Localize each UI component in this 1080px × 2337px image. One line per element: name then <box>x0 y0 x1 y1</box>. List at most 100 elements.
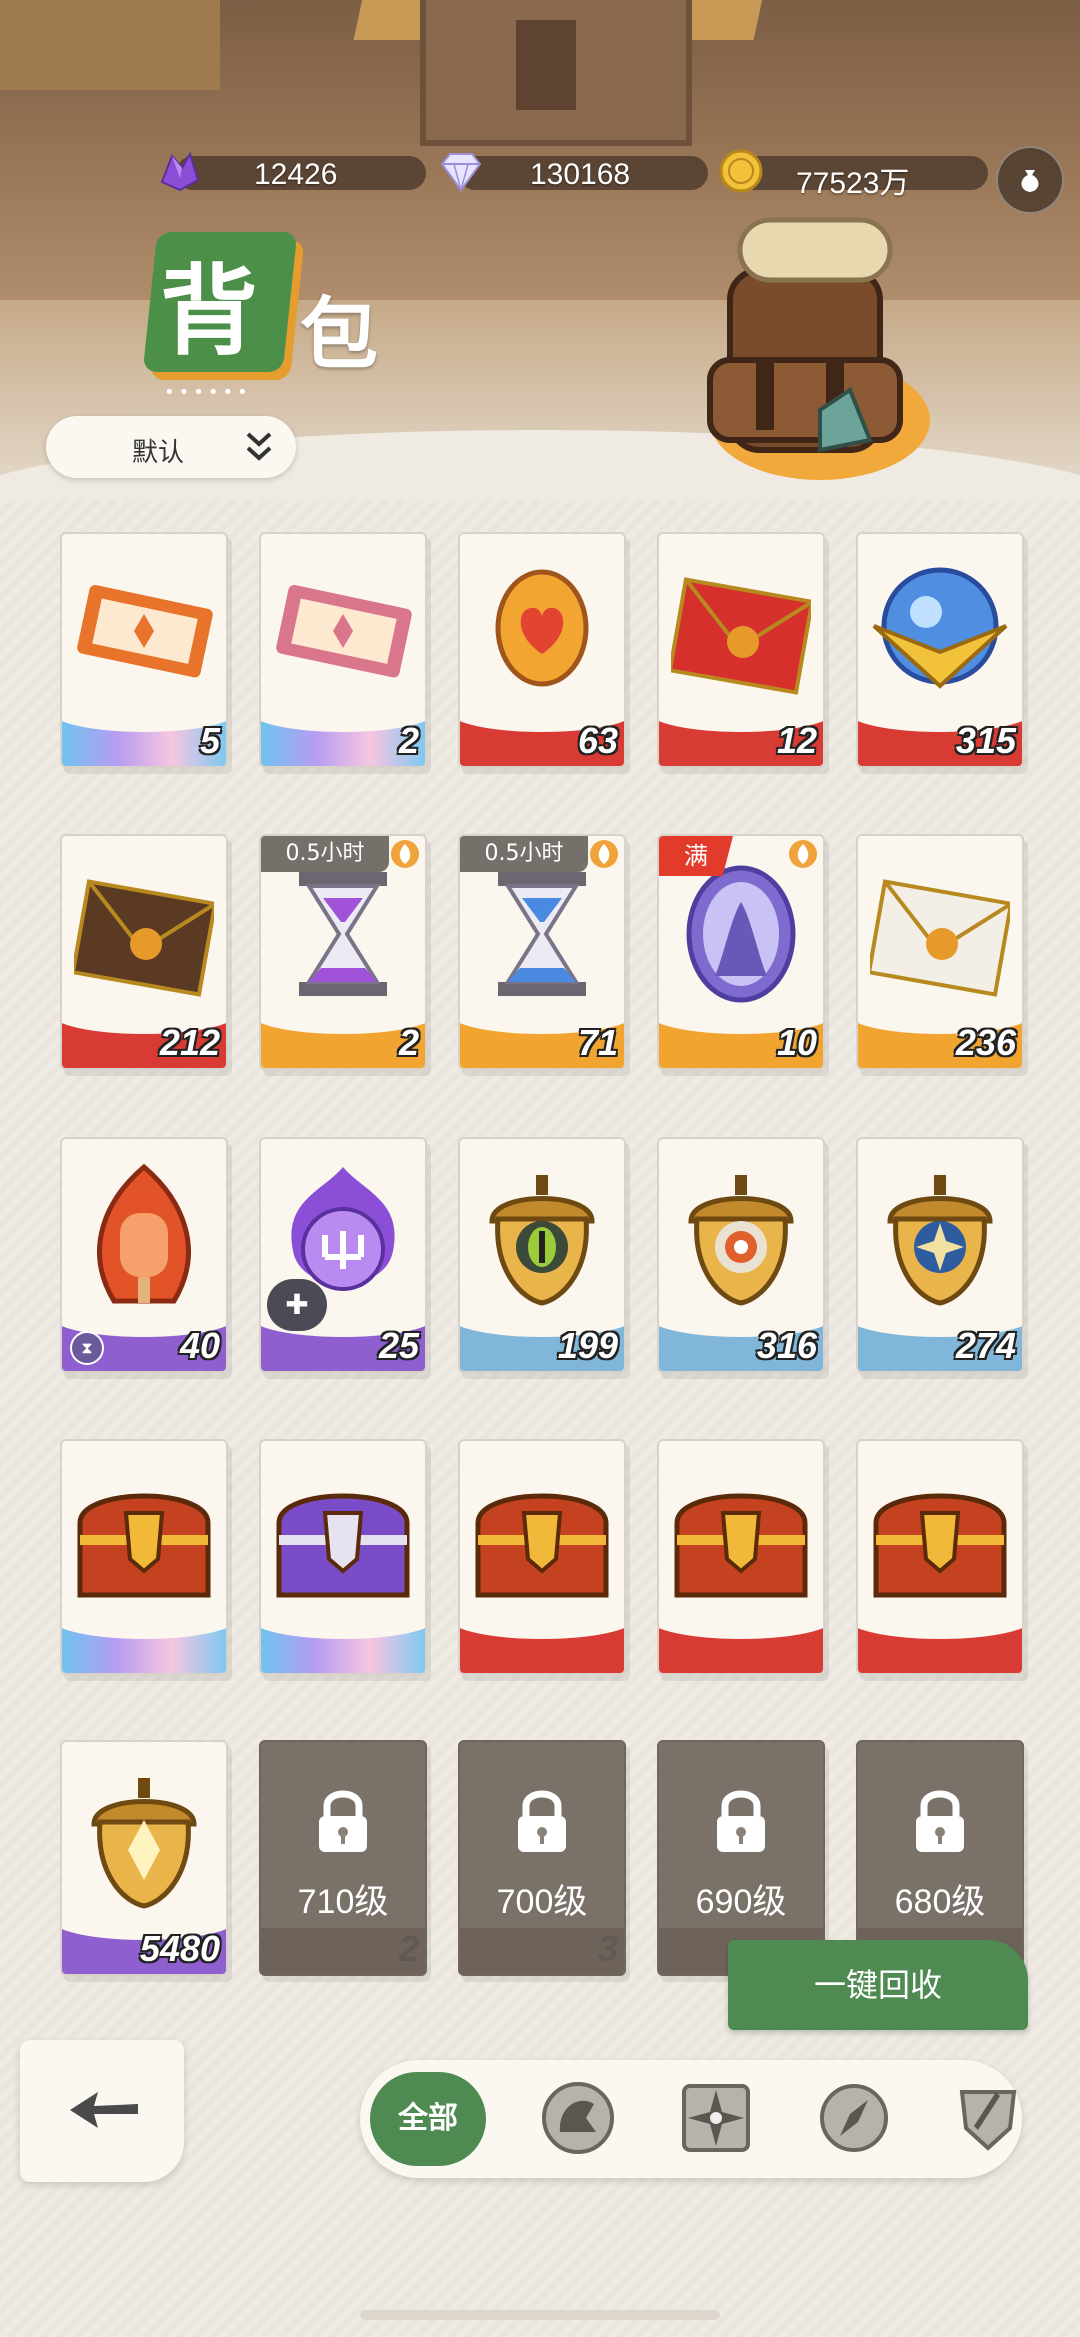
crystal-orb-icon <box>872 567 1008 689</box>
inventory-item-card[interactable]: ⧗ 40 <box>60 1137 228 1373</box>
money-bag-icon <box>1021 170 1039 192</box>
item-quantity: 2 <box>398 720 419 761</box>
compass-icon[interactable] <box>814 2078 894 2158</box>
duration-label: 0.5小时 <box>460 836 588 872</box>
item-quantity: 5480 <box>139 1928 220 1969</box>
item-quantity: 316 <box>756 1325 817 1366</box>
flame-emblem-icon <box>789 840 817 868</box>
home-indicator <box>360 2310 720 2320</box>
crystal-count: 12426 <box>254 158 338 191</box>
item-quantity: 274 <box>955 1325 1016 1366</box>
inventory-item-card[interactable]: ✚ 25 <box>259 1137 427 1373</box>
gold-count: 77523万 <box>796 167 910 200</box>
flame-emblem-icon <box>590 840 618 868</box>
title-dots: •••••• <box>164 382 252 403</box>
inventory-item-card[interactable] <box>259 1439 427 1675</box>
tab-all[interactable]: 全部 <box>370 2072 486 2166</box>
item-quantity: 5 <box>199 720 220 761</box>
inventory-item-card[interactable]: 满 10 <box>657 834 825 1070</box>
full-badge: 满 <box>659 836 733 876</box>
sort-dropdown[interactable]: 默认 <box>46 416 296 478</box>
lock-icon <box>518 1790 566 1852</box>
item-quantity: 40 <box>179 1325 220 1366</box>
treasure-chest-mask-icon <box>276 1493 410 1598</box>
treasure-chest-gold-icon <box>674 1493 808 1598</box>
envelope-red-icon <box>671 577 811 695</box>
locked-item-card[interactable]: 710级 2 <box>259 1740 427 1976</box>
lock-icon <box>717 1790 765 1852</box>
item-quantity: 63 <box>577 720 618 761</box>
inventory-item-card[interactable]: 274 <box>856 1137 1024 1373</box>
hourglass-purple-icon <box>299 872 387 996</box>
unlock-level-label: 680级 <box>894 1883 986 1921</box>
currency-crystal[interactable]: 12426 <box>156 151 426 198</box>
purple-crystal-icon <box>160 151 200 192</box>
unlock-level-label: 700级 <box>496 1883 588 1921</box>
inventory-item-card[interactable] <box>60 1439 228 1675</box>
locked-item-card[interactable]: 700级 3 <box>458 1740 626 1976</box>
hourglass-badge-icon: ⧗ <box>70 1331 104 1365</box>
shield-sword-icon[interactable] <box>948 2078 1028 2158</box>
page-title: 背 <box>160 254 259 369</box>
inventory-item-card[interactable] <box>458 1439 626 1675</box>
arrow-left-icon <box>70 2092 138 2128</box>
inventory-item-card[interactable]: 0.5小时 2 <box>259 834 427 1070</box>
flame-emblem-icon <box>391 840 419 868</box>
ticket-pink-icon <box>276 584 412 678</box>
backpack-icon <box>707 217 930 480</box>
inventory-item-card[interactable]: 199 <box>458 1137 626 1373</box>
shuriken-icon[interactable] <box>676 2078 756 2158</box>
portrait-mirror-icon <box>686 865 796 1003</box>
diamond-icon <box>440 153 482 193</box>
currency-gold[interactable]: 77523万 <box>718 149 988 200</box>
item-quantity: 212 <box>159 1022 220 1063</box>
inventory-item-card[interactable]: 212 <box>60 834 228 1070</box>
inventory-item-card[interactable]: 2 <box>259 532 427 768</box>
acorn-gold-icon <box>91 1778 197 1909</box>
inventory-item-card[interactable]: 5 <box>60 532 228 768</box>
ticket-orange-icon <box>77 584 213 678</box>
ice-pop-icon <box>97 1163 191 1304</box>
item-quantity: 71 <box>577 1022 618 1063</box>
item-quantity: 199 <box>557 1325 618 1366</box>
chevron-down-icon <box>246 432 272 461</box>
unlock-level-label: 710级 <box>297 1883 389 1921</box>
acorn-eye-icon <box>489 1175 595 1306</box>
gold-coin-icon <box>719 149 763 193</box>
item-quantity: 25 <box>378 1325 419 1366</box>
inventory-item-card[interactable]: 5480 <box>60 1740 228 1976</box>
helmet-icon[interactable] <box>538 2078 618 2158</box>
inventory-item-card[interactable]: 315 <box>856 532 1024 768</box>
item-quantity: 2 <box>398 1022 419 1063</box>
envelope-white-icon <box>870 879 1010 997</box>
inventory-item-card[interactable]: 0.5小时 71 <box>458 834 626 1070</box>
money-pouch-button[interactable] <box>996 146 1064 214</box>
inventory-item-card[interactable]: 12 <box>657 532 825 768</box>
hourglass-blue-icon <box>498 872 586 996</box>
item-quantity: 12 <box>776 720 817 761</box>
lock-icon <box>916 1790 964 1852</box>
inventory-item-card[interactable] <box>856 1439 1024 1675</box>
inventory-item-card[interactable]: 236 <box>856 834 1024 1070</box>
item-quantity: 2 <box>398 1928 419 1969</box>
item-quantity: 315 <box>955 720 1016 761</box>
inventory-item-card[interactable] <box>657 1439 825 1675</box>
envelope-dark-icon <box>74 879 214 997</box>
diamond-count: 130168 <box>530 158 631 191</box>
back-button[interactable] <box>20 2040 184 2182</box>
heart-amulet-icon <box>495 569 589 687</box>
inventory-item-card[interactable]: 63 <box>458 532 626 768</box>
lock-icon <box>319 1790 367 1852</box>
puzzle-piece-icon: ✚ <box>267 1279 327 1331</box>
recycle-all-button[interactable]: 一键回收 <box>728 1940 1028 2030</box>
treasure-chest-gold-icon <box>77 1493 211 1598</box>
duration-label: 0.5小时 <box>261 836 389 872</box>
currency-diamond[interactable]: 130168 <box>438 152 708 198</box>
category-tabbar: 全部 <box>360 2060 1022 2178</box>
item-quantity: 236 <box>955 1022 1016 1063</box>
page-title-sub: 包 <box>300 289 379 380</box>
unlock-level-label: 690级 <box>695 1883 787 1921</box>
inventory-item-card[interactable]: 316 <box>657 1137 825 1373</box>
acorn-target-icon <box>688 1175 794 1306</box>
item-quantity: 3 <box>597 1928 618 1969</box>
